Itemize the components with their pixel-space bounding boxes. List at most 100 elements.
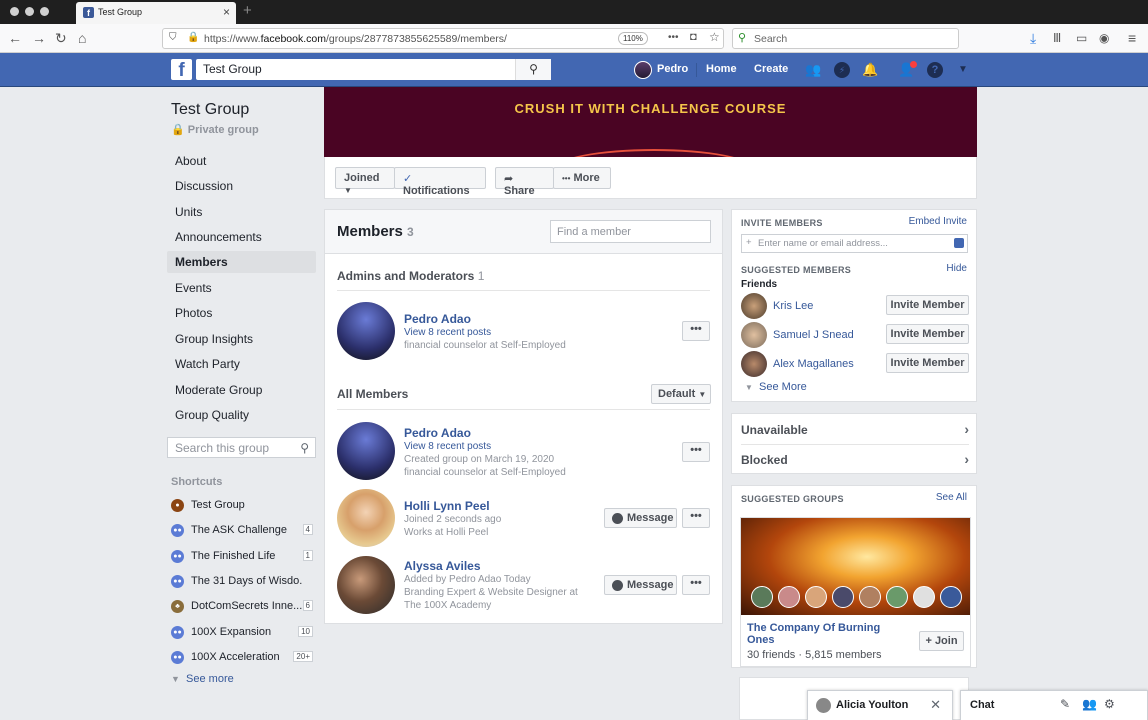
group-cover-image[interactable] [741, 518, 970, 615]
help-icon[interactable]: ? [927, 62, 943, 78]
pocket-icon[interactable]: ◘ [690, 31, 697, 43]
sidebar-toggle-icon[interactable]: ▭ [1076, 30, 1087, 46]
message-button[interactable]: Message [604, 508, 677, 528]
joined-button[interactable]: Joined ▼ [335, 167, 395, 195]
window-close-dot[interactable] [10, 7, 19, 16]
sidebar-item-watch-party[interactable]: Watch Party [167, 353, 316, 375]
more-button[interactable]: ••• More [553, 167, 611, 189]
embed-invite-link[interactable]: Embed Invite [909, 216, 967, 227]
reload-icon[interactable]: ↻ [55, 30, 67, 46]
member-name[interactable]: Pedro Adao [404, 426, 471, 440]
chat-popup[interactable]: Alicia Youlton ✕ [807, 690, 953, 720]
member-name[interactable]: Alyssa Aviles [404, 559, 481, 573]
shortcut-item[interactable]: ●● The 31 Days of Wisdo... [171, 574, 317, 592]
sidebar-item-photos[interactable]: Photos [167, 302, 316, 324]
hamburger-menu-icon[interactable]: ≡ [1128, 30, 1136, 46]
avatar[interactable] [337, 556, 395, 614]
chat-sidebar-bar[interactable]: Chat ✎ 👥 ⚙ [960, 690, 1148, 720]
home-link[interactable]: Home [706, 63, 737, 75]
messenger-icon[interactable]: ⚡ [834, 62, 850, 78]
search-group-input[interactable]: Search this group ⚲ [167, 437, 316, 458]
home-icon[interactable]: ⌂ [78, 30, 86, 46]
compose-icon[interactable]: ✎ [1060, 697, 1070, 711]
create-link[interactable]: Create [754, 63, 788, 75]
back-icon[interactable]: ← [8, 30, 22, 46]
page-actions-icon[interactable]: ••• [668, 32, 679, 43]
profile-link[interactable]: Pedro [657, 63, 688, 75]
share-button[interactable]: ➦ Share [495, 167, 554, 197]
lock-icon[interactable]: 🔒 [187, 32, 199, 43]
account-icon[interactable]: ◉ [1099, 30, 1109, 46]
library-icon[interactable]: Ⅲ [1053, 30, 1061, 46]
see-more-shortcuts[interactable]: ▼ See more [171, 673, 234, 685]
avatar[interactable] [337, 422, 395, 480]
browser-tab[interactable]: f Test Group × [76, 2, 236, 24]
shortcut-item[interactable]: ●● 100X Acceleration 20+ [171, 650, 317, 668]
sidebar-item-discussion[interactable]: Discussion [167, 175, 316, 197]
friend-name[interactable]: Kris Lee [773, 300, 813, 312]
sort-dropdown[interactable]: Default ▼ [651, 384, 711, 404]
search-button-icon[interactable]: ⚲ [515, 59, 551, 80]
group-title[interactable]: Test Group [171, 101, 249, 119]
user-avatar[interactable] [634, 61, 652, 79]
blocked-row[interactable]: Blocked › [741, 451, 969, 467]
find-member-input[interactable]: Find a member [550, 220, 711, 243]
create-group-icon[interactable]: 👥 [1082, 697, 1097, 711]
avatar[interactable] [741, 322, 767, 348]
invite-email-input[interactable]: + Enter name or email address... [741, 234, 968, 253]
avatar[interactable] [337, 489, 395, 547]
shortcut-item[interactable]: ●● The Finished Life 1 [171, 549, 317, 567]
member-options-button[interactable]: ••• [682, 321, 710, 341]
avatar[interactable] [337, 302, 395, 360]
member-options-button[interactable]: ••• [682, 508, 710, 528]
sidebar-item-announcements[interactable]: Announcements [167, 226, 316, 248]
notifications-icon[interactable]: 🔔 [862, 62, 878, 78]
sidebar-item-events[interactable]: Events [167, 277, 316, 299]
window-maximize-dot[interactable] [40, 7, 49, 16]
facebook-search-input[interactable]: Test Group ⚲ [196, 59, 551, 80]
window-minimize-dot[interactable] [25, 7, 34, 16]
see-more-suggestions[interactable]: ▼ See More [745, 381, 807, 393]
close-icon[interactable]: ✕ [930, 697, 941, 713]
new-tab-icon[interactable]: + [243, 2, 252, 19]
member-name[interactable]: Holli Lynn Peel [404, 499, 490, 513]
sidebar-item-moderate-group[interactable]: Moderate Group [167, 379, 316, 401]
url-bar[interactable]: ⛉ 🔒 https://www.facebook.com/groups/2877… [162, 28, 724, 49]
recent-posts-link[interactable]: View 8 recent posts [404, 327, 491, 338]
sidebar-item-about[interactable]: About [167, 150, 316, 172]
message-button[interactable]: Message [604, 575, 677, 595]
cover-photo[interactable]: CRUSH IT WITH CHALLENGE COURSE [324, 87, 977, 157]
download-icon[interactable]: ⤓ [1030, 30, 1036, 46]
shortcut-item[interactable]: ♣ DotComSecrets Inne... 6 [171, 599, 317, 617]
group-name[interactable]: The Company Of Burning Ones [747, 622, 887, 646]
zoom-indicator[interactable]: 110% [618, 32, 648, 45]
hide-link[interactable]: Hide [946, 263, 967, 274]
sidebar-item-units[interactable]: Units [167, 201, 316, 223]
invite-member-button[interactable]: Invite Member [886, 353, 969, 373]
friend-name[interactable]: Samuel J Snead [773, 329, 854, 341]
invite-member-button[interactable]: Invite Member [886, 324, 969, 344]
invite-member-button[interactable]: Invite Member [886, 295, 969, 315]
member-name[interactable]: Pedro Adao [404, 312, 471, 326]
contacts-icon[interactable] [954, 238, 964, 248]
member-options-button[interactable]: ••• [682, 442, 710, 462]
notifications-button[interactable]: ✓ Notifications [394, 167, 486, 197]
shortcut-item[interactable]: ●● The ASK Challenge 4 [171, 523, 317, 541]
suggested-group-item[interactable]: The Company Of Burning Ones 30 friends ·… [740, 517, 971, 667]
recent-posts-link[interactable]: View 8 recent posts [404, 441, 491, 452]
account-dropdown-icon[interactable]: ▼ [955, 62, 971, 78]
friend-requests-icon[interactable]: 👥 [805, 62, 821, 78]
facebook-logo[interactable]: f [171, 59, 192, 81]
avatar[interactable] [741, 351, 767, 377]
unavailable-row[interactable]: Unavailable › [741, 421, 969, 437]
sidebar-item-group-quality[interactable]: Group Quality [167, 404, 316, 426]
forward-icon[interactable]: → [32, 30, 46, 46]
shortcut-item[interactable]: ● Test Group [171, 498, 317, 516]
friend-name[interactable]: Alex Magallanes [773, 358, 854, 370]
bookmark-star-icon[interactable]: ☆ [709, 30, 720, 44]
see-all-link[interactable]: See All [936, 492, 967, 503]
member-options-button[interactable]: ••• [682, 575, 710, 595]
gear-icon[interactable]: ⚙ [1104, 697, 1115, 711]
sidebar-item-group-insights[interactable]: Group Insights [167, 328, 316, 350]
shortcut-item[interactable]: ●● 100X Expansion 10 [171, 625, 317, 643]
